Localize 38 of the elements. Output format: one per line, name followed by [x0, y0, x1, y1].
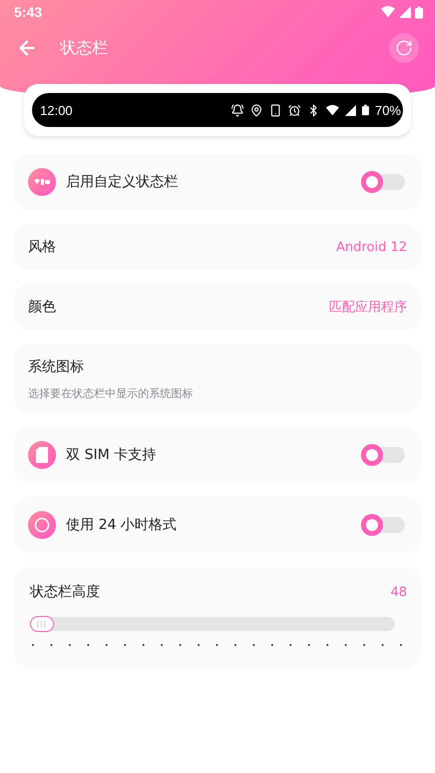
toggle-switch[interactable] [361, 172, 407, 192]
wifi-icon [381, 6, 395, 18]
preview-time: 12:00 [40, 102, 73, 118]
setting-value: Android 12 [336, 240, 407, 254]
location-icon [250, 104, 263, 116]
setting-label: 状态栏高度 [30, 583, 101, 601]
wifi-icon [326, 104, 339, 116]
signal-icon [344, 104, 356, 116]
signal-icon [399, 6, 411, 18]
refresh-icon [395, 39, 413, 57]
slider-track[interactable] [30, 617, 395, 631]
status-bar-icon [28, 168, 56, 196]
setting-label: 使用 24 小时格式 [66, 516, 178, 534]
setting-card[interactable]: 风格 Android 12 [14, 224, 421, 270]
clock-time: 5:43 [14, 4, 42, 20]
battery-percent: 70% [374, 102, 401, 118]
setting-card[interactable]: 系统图标 选择要在状态栏中显示的系统图标 [14, 344, 421, 413]
setting-label: 风格 [28, 238, 57, 256]
setting-description: 选择要在状态栏中显示的系统图标 [28, 386, 194, 401]
battery-icon [362, 104, 369, 116]
sim-card-icon [28, 441, 56, 469]
toggle-switch[interactable] [361, 515, 407, 535]
toggle-switch[interactable] [361, 445, 407, 465]
alarm-clock-icon [288, 104, 301, 116]
slider-thumb[interactable] [30, 616, 54, 632]
setting-value: 匹配应用程序 [329, 299, 407, 316]
setting-value: 48 [390, 584, 407, 600]
battery-icon [415, 6, 423, 18]
setting-card[interactable]: 颜色 匹配应用程序 [14, 284, 421, 330]
setting-label: 颜色 [28, 298, 57, 316]
setting-label: 启用自定义状态栏 [66, 173, 179, 191]
setting-label: 系统图标 [28, 358, 85, 377]
bell-icon [230, 104, 244, 116]
phone-icon [268, 104, 282, 116]
reset-button[interactable] [389, 33, 419, 63]
page-title: 状态栏 [60, 38, 109, 58]
clock-icon [28, 511, 56, 539]
setting-label: 双 SIM 卡支持 [66, 446, 157, 464]
